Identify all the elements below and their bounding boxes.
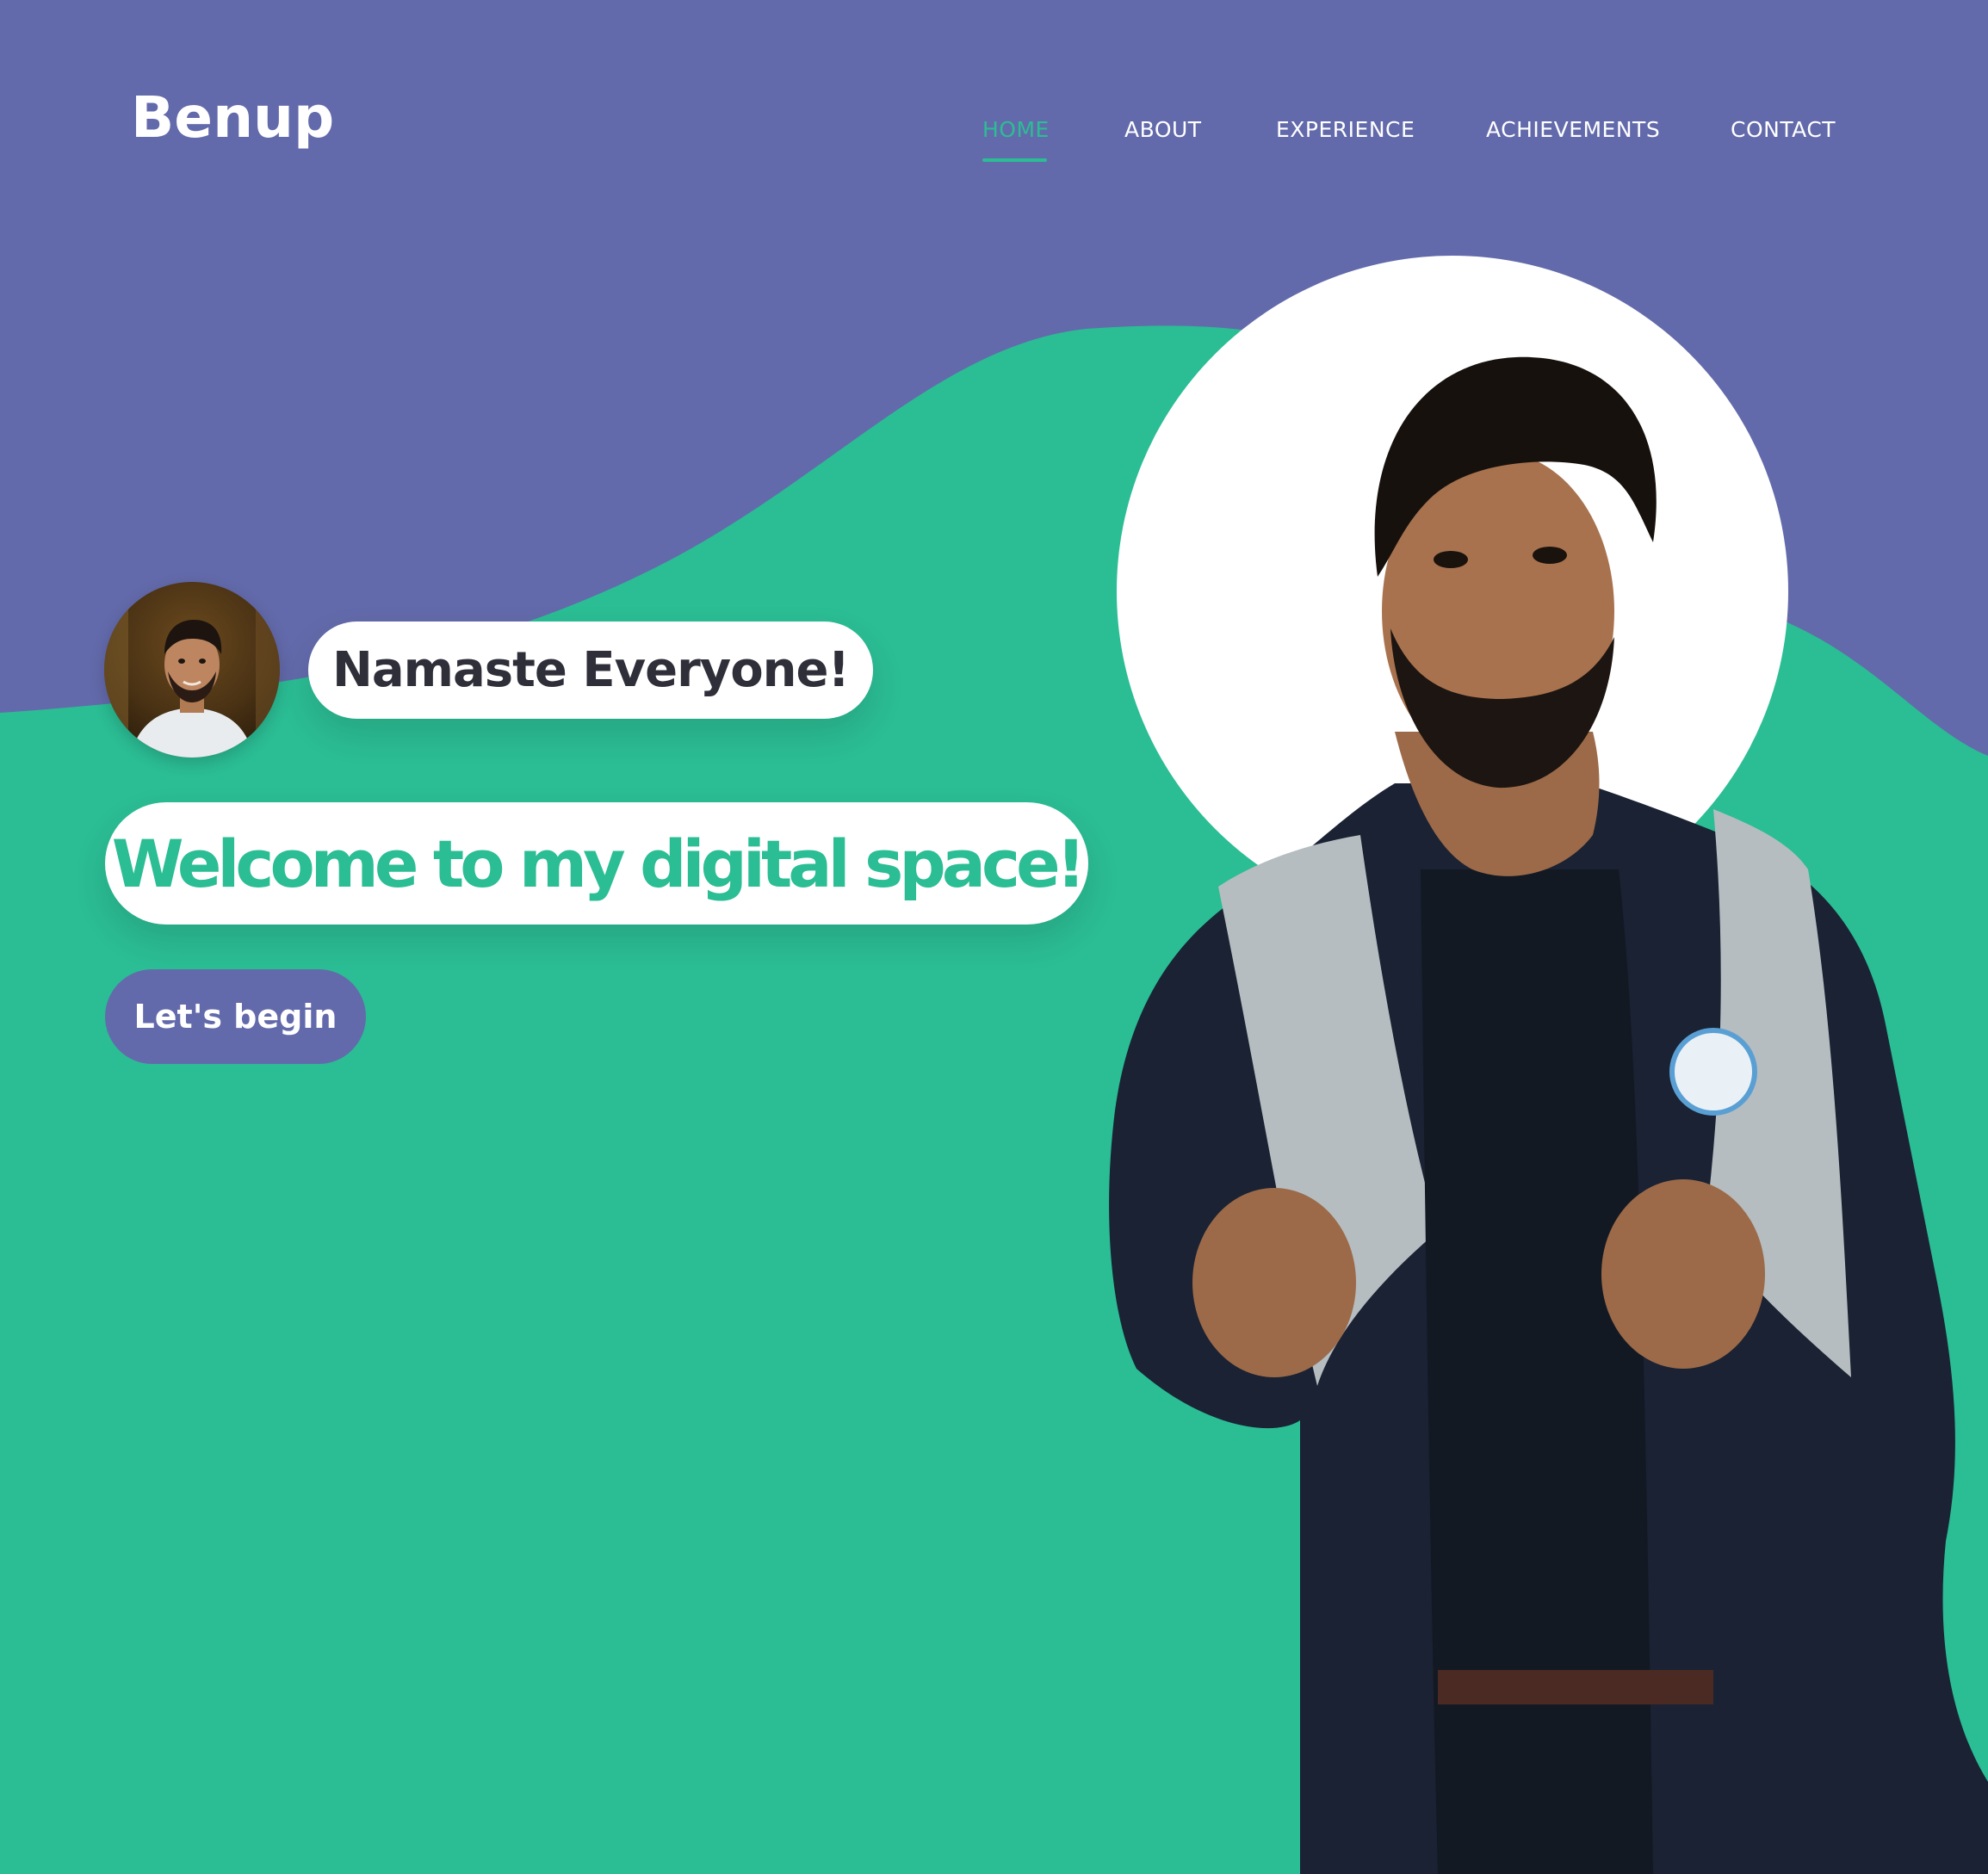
nav-item-home[interactable]: HOME bbox=[982, 117, 1050, 143]
nav-active-underline bbox=[982, 158, 1047, 162]
nav-item-contact[interactable]: CONTACT bbox=[1731, 117, 1836, 143]
lets-begin-button[interactable]: Let's begin bbox=[105, 969, 366, 1064]
portrait-hand-right bbox=[1601, 1179, 1765, 1369]
hero-portrait bbox=[1109, 256, 1988, 1874]
portrait-shirt bbox=[1421, 869, 1653, 1874]
welcome-bubble: Welcome to my digital space! bbox=[105, 802, 1088, 925]
nav-item-achievements[interactable]: ACHIEVEMENTS bbox=[1486, 117, 1660, 143]
greeting-text: Namaste Everyone! bbox=[331, 642, 850, 698]
site-logo[interactable]: Benup bbox=[131, 90, 334, 146]
portrait-hand-left bbox=[1192, 1188, 1356, 1377]
portrait-belt bbox=[1438, 1670, 1713, 1704]
nav-item-about[interactable]: ABOUT bbox=[1124, 117, 1202, 143]
main-nav: HOME ABOUT EXPERIENCE ACHIEVEMENTS CONTA… bbox=[964, 117, 1894, 169]
avatar bbox=[104, 582, 280, 758]
avatar-photo bbox=[104, 582, 280, 758]
portrait-badge bbox=[1669, 1028, 1757, 1116]
welcome-heading: Welcome to my digital space! bbox=[111, 825, 1087, 902]
greeting-bubble: Namaste Everyone! bbox=[308, 622, 873, 719]
nav-item-experience[interactable]: EXPERIENCE bbox=[1276, 117, 1415, 143]
